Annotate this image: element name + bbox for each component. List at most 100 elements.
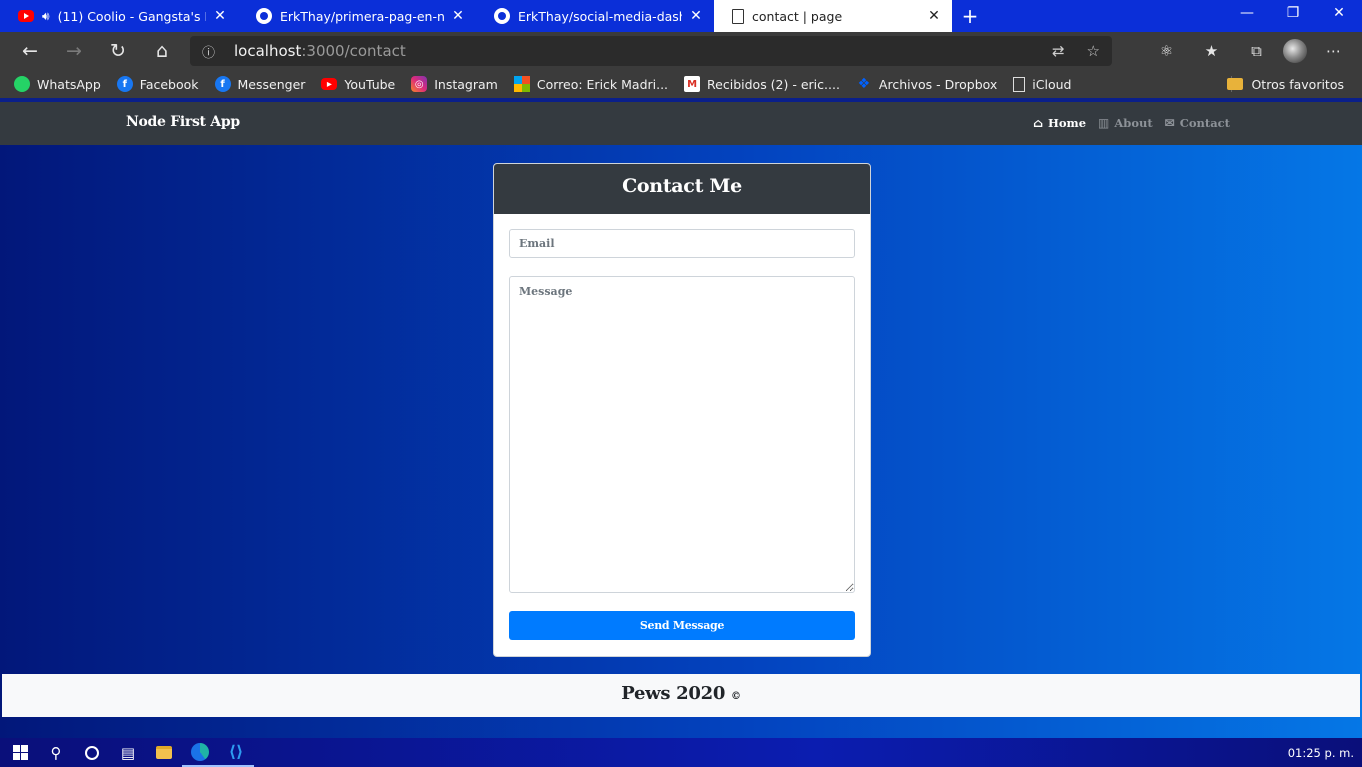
bookmark-facebook[interactable]: f Facebook xyxy=(116,76,199,92)
nav-links: ⌂ Home ▥ About ✉ Contact xyxy=(1033,116,1230,130)
tab-title: ErkThay/social-media-dashboard xyxy=(518,8,682,24)
tab-title: (11) Coolio - Gangsta's Paradise xyxy=(57,8,206,24)
home-button[interactable]: ⌂ xyxy=(140,32,184,70)
bookmark-outlook[interactable]: Correo: Erick Madri... xyxy=(513,76,669,92)
facebook-icon: f xyxy=(116,76,133,92)
page-content: Node First App ⌂ Home ▥ About ✉ Contact Con… xyxy=(0,102,1362,738)
nav-label: About xyxy=(1114,116,1153,130)
contact-card: Contact Me Send Message xyxy=(493,163,871,657)
react-devtools-icon[interactable]: ⚛ xyxy=(1148,42,1185,60)
windows-icon xyxy=(12,745,28,760)
tab-title: contact | page xyxy=(752,8,843,24)
close-window-button[interactable]: ✕ xyxy=(1316,0,1362,32)
bookmark-whatsapp[interactable]: WhatsApp xyxy=(14,76,101,92)
gmail-icon: M xyxy=(684,76,701,92)
close-icon[interactable]: ✕ xyxy=(688,8,704,24)
minimize-button[interactable]: — xyxy=(1224,0,1270,32)
nav-about[interactable]: ▥ About xyxy=(1098,116,1153,130)
bookmark-label: YouTube xyxy=(344,76,396,92)
address-bar[interactable]: ⓘ localhost:3000/contact ⇄ ☆ xyxy=(190,36,1112,66)
windows-taskbar: ⚲ ▤ ⟨⟩ 01:25 p. m. xyxy=(0,738,1362,767)
facebook-icon: f xyxy=(214,76,231,92)
github-icon xyxy=(256,8,272,24)
more-menu-icon[interactable]: ⋯ xyxy=(1315,42,1352,60)
bookmark-icloud[interactable]: iCloud xyxy=(1013,76,1072,92)
microsoft-icon xyxy=(513,76,530,92)
nav-contact[interactable]: ✉ Contact xyxy=(1165,116,1230,130)
tab-title: ErkThay/primera-pag-en-node xyxy=(280,8,444,24)
new-tab-button[interactable]: + xyxy=(952,0,988,32)
message-field[interactable] xyxy=(509,276,855,593)
cortana-button[interactable] xyxy=(74,738,110,767)
translate-icon[interactable]: ⇄ xyxy=(1052,42,1065,60)
bookmark-instagram[interactable]: ◎ Instagram xyxy=(411,76,498,92)
browser-tab-strip: 🔊︎ (11) Coolio - Gangsta's Paradise ✕ Er… xyxy=(0,0,1362,32)
window-controls: — ❐ ✕ xyxy=(1224,0,1362,32)
address-bar-actions: ⇄ ☆ xyxy=(1052,42,1100,60)
url-host: localhost xyxy=(234,42,302,60)
dropbox-icon: ❖ xyxy=(857,76,871,92)
speaker-icon[interactable]: 🔊︎ xyxy=(42,9,50,24)
close-icon[interactable]: ✕ xyxy=(450,8,466,24)
favorite-star-icon[interactable]: ☆ xyxy=(1087,42,1100,60)
folder-icon xyxy=(1227,78,1244,90)
document-icon xyxy=(1013,76,1026,92)
tab-contact-page[interactable]: contact | page ✕ xyxy=(714,0,952,32)
page-footer: Pews 2020 © xyxy=(2,674,1360,717)
bookmark-label: Correo: Erick Madri... xyxy=(536,76,669,92)
bookmark-label: iCloud xyxy=(1032,76,1072,92)
home-icon: ⌂ xyxy=(1032,116,1043,130)
start-button[interactable] xyxy=(2,738,38,767)
favorites-icon[interactable]: ★ xyxy=(1193,42,1230,60)
folder-icon xyxy=(156,746,172,759)
nav-label: Contact xyxy=(1179,116,1230,130)
building-icon: ▥ xyxy=(1098,116,1110,130)
bookmark-dropbox[interactable]: ❖ Archivos - Dropbox xyxy=(856,76,998,92)
vscode-button[interactable]: ⟨⟩ xyxy=(218,738,254,767)
tab-github-primera[interactable]: ErkThay/primera-pag-en-node ✕ xyxy=(238,0,476,32)
tab-youtube[interactable]: 🔊︎ (11) Coolio - Gangsta's Paradise ✕ xyxy=(0,0,238,32)
bookmark-label: Instagram xyxy=(434,76,498,92)
copyright-symbol: © xyxy=(731,691,741,702)
edge-button[interactable] xyxy=(182,738,218,767)
bookmarks-bar: WhatsApp f Facebook f Messenger ▸ YouTube ◎… xyxy=(0,70,1362,98)
browser-toolbar-icons: ⚛ ★ ⧉ ⋯ xyxy=(1148,36,1352,66)
youtube-icon xyxy=(18,10,34,22)
bookmark-messenger[interactable]: f Messenger xyxy=(214,76,306,92)
bookmark-label: Facebook xyxy=(139,76,199,92)
edge-icon xyxy=(191,742,209,761)
file-explorer-button[interactable] xyxy=(146,738,182,767)
bookmark-label: Recibidos (2) - eric.... xyxy=(707,76,840,92)
app-navbar: Node First App ⌂ Home ▥ About ✉ Contact xyxy=(0,102,1362,145)
footer-text: Pews 2020 xyxy=(621,683,726,704)
close-icon[interactable]: ✕ xyxy=(212,8,228,24)
brand-link[interactable]: Node First App xyxy=(126,114,240,130)
taskbar-clock[interactable]: 01:25 p. m. xyxy=(1288,746,1354,760)
nav-home[interactable]: ⌂ Home xyxy=(1033,116,1086,130)
bookmark-youtube[interactable]: ▸ YouTube xyxy=(321,77,395,92)
email-field[interactable] xyxy=(509,229,855,258)
github-icon xyxy=(494,8,510,24)
other-favorites[interactable]: Otros favoritos xyxy=(1227,77,1344,92)
circle-icon xyxy=(85,745,99,760)
bookmark-label: Messenger xyxy=(237,76,306,92)
vscode-icon: ⟨⟩ xyxy=(228,742,244,761)
whatsapp-icon xyxy=(14,76,30,92)
bookmark-label: Archivos - Dropbox xyxy=(878,76,998,92)
bookmark-gmail[interactable]: M Recibidos (2) - eric.... xyxy=(684,76,840,92)
address-toolbar: ← → ↻ ⌂ ⓘ localhost:3000/contact ⇄ ☆ ⚛ ★… xyxy=(0,32,1362,70)
profile-avatar[interactable] xyxy=(1283,39,1307,63)
back-button[interactable]: ← xyxy=(8,32,52,70)
search-icon[interactable]: ⚲ xyxy=(38,738,74,767)
info-icon[interactable]: ⓘ xyxy=(202,42,224,61)
collections-icon[interactable]: ⧉ xyxy=(1238,42,1275,60)
url-path: :3000/contact xyxy=(301,42,406,60)
other-favorites-label: Otros favoritos xyxy=(1251,76,1344,92)
tab-github-dashboard[interactable]: ErkThay/social-media-dashboard ✕ xyxy=(476,0,714,32)
task-view-icon[interactable]: ▤ xyxy=(110,738,146,767)
refresh-button[interactable]: ↻ xyxy=(96,32,140,70)
restore-button[interactable]: ❐ xyxy=(1270,0,1316,32)
send-message-button[interactable]: Send Message xyxy=(509,611,855,640)
forward-button[interactable]: → xyxy=(52,32,96,70)
close-icon[interactable]: ✕ xyxy=(926,8,942,24)
